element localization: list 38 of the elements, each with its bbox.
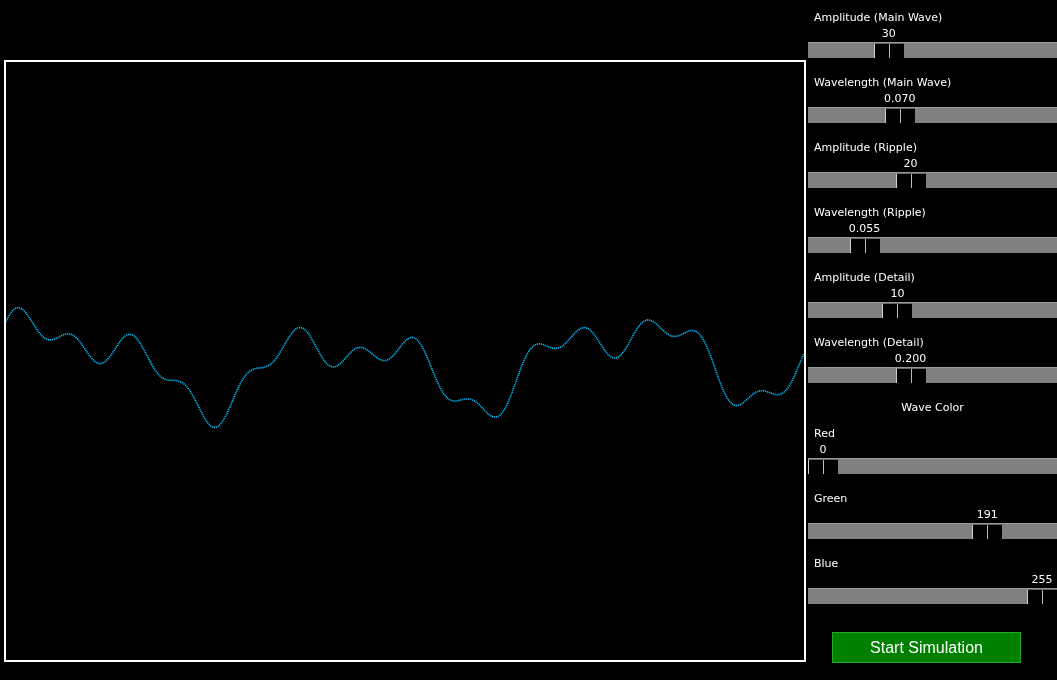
- slider-thumb[interactable]: [808, 459, 838, 474]
- section-heading: Wave Color: [901, 401, 964, 415]
- slider-label: Red: [813, 427, 836, 442]
- slider-value: 0: [819, 443, 827, 457]
- slider-thumb[interactable]: [849, 238, 880, 253]
- slider-label: Amplitude (Main Wave): [813, 11, 944, 26]
- slider-track[interactable]: [808, 107, 1057, 123]
- slider-track[interactable]: [808, 42, 1057, 58]
- slider-thumb[interactable]: [882, 303, 913, 318]
- slider-track[interactable]: [808, 367, 1057, 383]
- slider-value: 191: [976, 508, 998, 522]
- slider-label: Amplitude (Ripple): [813, 141, 918, 156]
- slider-track[interactable]: [808, 237, 1057, 253]
- slider-label: Blue: [813, 557, 840, 572]
- slider-thumb[interactable]: [972, 524, 1003, 539]
- slider-label: Wavelength (Main Wave): [813, 76, 953, 91]
- start-button[interactable]: Start Simulation: [832, 632, 1021, 663]
- slider-value: 30: [881, 27, 896, 41]
- slider-track[interactable]: [808, 302, 1057, 318]
- slider-label: Wavelength (Detail): [813, 336, 925, 351]
- slider-track[interactable]: [808, 458, 1057, 474]
- slider-value: 0.055: [848, 222, 881, 236]
- slider-value: 0.200: [894, 352, 927, 366]
- slider-track[interactable]: [808, 588, 1057, 604]
- slider-label: Green: [813, 492, 849, 507]
- slider-thumb[interactable]: [895, 173, 926, 188]
- slider-thumb[interactable]: [895, 368, 926, 383]
- slider-thumb[interactable]: [873, 43, 904, 58]
- slider-thumb[interactable]: [1027, 589, 1057, 604]
- slider-value: 10: [890, 287, 905, 301]
- slider-track[interactable]: [808, 523, 1057, 539]
- slider-label: Wavelength (Ripple): [813, 206, 927, 221]
- slider-value: 0.070: [883, 92, 916, 106]
- slider-track[interactable]: [808, 172, 1057, 188]
- slider-thumb[interactable]: [884, 108, 915, 123]
- slider-value: 255: [1031, 573, 1053, 587]
- slider-value: 20: [903, 157, 918, 171]
- slider-label: Amplitude (Detail): [813, 271, 916, 286]
